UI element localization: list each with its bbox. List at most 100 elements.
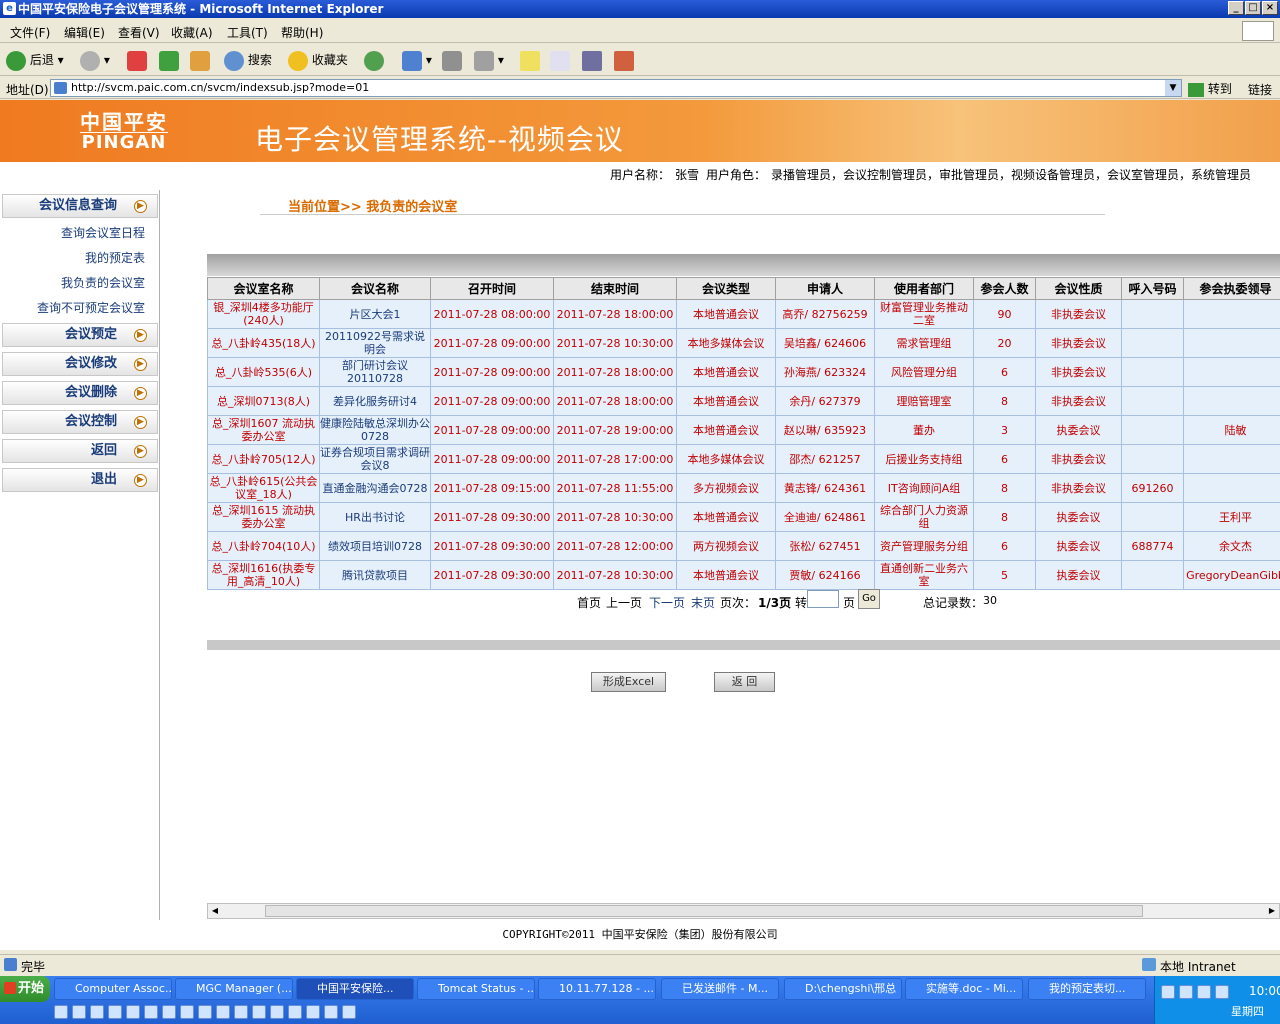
quick-launch-icon[interactable]: [162, 1004, 176, 1019]
scroll-right-icon[interactable]: ▶: [1266, 905, 1278, 917]
quick-launch-icon[interactable]: [342, 1004, 356, 1019]
table-row[interactable]: 总_深圳1615 流动执委办公室 HR出书讨论 2011-07-28 09:30:0…: [207, 502, 1280, 532]
mail-button[interactable]: ▾: [402, 48, 432, 72]
task-button[interactable]: D:\chengshi\邢总: [784, 978, 902, 1000]
sidebar-control-button[interactable]: 会议控制 ▶: [2, 410, 158, 434]
quick-launch-icon[interactable]: [144, 1004, 158, 1019]
forward-button[interactable]: ▾: [80, 48, 110, 72]
page-number-input[interactable]: [807, 590, 839, 608]
menu-tools[interactable]: 工具(T): [227, 24, 268, 41]
task-button[interactable]: MGC Manager (...: [175, 978, 293, 1000]
scroll-left-icon[interactable]: ◀: [209, 905, 221, 917]
task-button[interactable]: 实施等.doc - Mi...: [905, 978, 1023, 1000]
menu-help[interactable]: 帮助(H): [281, 24, 323, 41]
doc-button[interactable]: [550, 48, 570, 72]
table-row[interactable]: 总_八卦岭435(18人) 20110922号需求说明会 2011-07-28 09…: [207, 328, 1280, 358]
task-button-active[interactable]: 中国平安保险...: [296, 978, 414, 1000]
go-page-button[interactable]: Go: [858, 589, 880, 609]
scroll-thumb[interactable]: [265, 905, 1143, 917]
quick-launch-icon[interactable]: [270, 1004, 284, 1019]
quick-launch-icon[interactable]: [54, 1004, 68, 1019]
quick-launch-icon[interactable]: [108, 1004, 122, 1019]
quick-launch-icon[interactable]: [216, 1004, 230, 1019]
links-button[interactable]: 链接: [1248, 81, 1272, 98]
table-row[interactable]: 总_八卦岭615(公共会议室_18人) 直通金融沟通会0728 2011-07-28…: [207, 473, 1280, 503]
quick-launch-icon[interactable]: [234, 1004, 248, 1019]
table-cell: 688774: [1121, 531, 1184, 561]
edit-button[interactable]: ▾: [474, 48, 504, 72]
menu-favorites[interactable]: 收藏(A): [171, 24, 213, 41]
table-cell: 余丹/ 627379: [775, 386, 875, 416]
export-excel-button[interactable]: 形成Excel: [591, 672, 666, 692]
go-button[interactable]: 转到: [1188, 80, 1232, 97]
sidebar-link-room-schedule[interactable]: 查询会议室日程: [61, 224, 145, 241]
search-button[interactable]: 搜索: [224, 48, 272, 72]
table-row[interactable]: 总_八卦岭704(10人) 绩效项目培训0728 2011-07-28 09:30:…: [207, 531, 1280, 561]
table-cell: 全迪迪/ 624861: [775, 502, 875, 532]
minimize-button[interactable]: _: [1228, 1, 1244, 15]
quick-launch-icon[interactable]: [180, 1004, 194, 1019]
stop-button[interactable]: [127, 48, 147, 72]
sidebar-delete-button[interactable]: 会议删除 ▶: [2, 381, 158, 405]
pager-first[interactable]: 首页: [577, 594, 601, 611]
task-button[interactable]: 已发送邮件 - M...: [661, 978, 779, 1000]
menu-edit[interactable]: 编辑(E): [64, 24, 105, 41]
sidebar-book-button[interactable]: 会议预定 ▶: [2, 323, 158, 347]
table-cell: 20: [973, 328, 1036, 358]
horizontal-scrollbar[interactable]: ◀ ▶: [207, 903, 1280, 919]
quick-launch-icon[interactable]: [90, 1004, 104, 1019]
sidebar-return-button[interactable]: 返回 ▶: [2, 439, 158, 463]
print-button[interactable]: [442, 48, 462, 72]
quick-launch-icon[interactable]: [126, 1004, 140, 1019]
pager-prev[interactable]: 上一页: [606, 594, 642, 611]
back-button[interactable]: 后退 ▾: [6, 48, 64, 72]
tray-icon[interactable]: [1161, 984, 1175, 999]
quick-launch-icon[interactable]: [288, 1004, 302, 1019]
quick-launch-icon[interactable]: [72, 1004, 86, 1019]
sidebar-logout-button[interactable]: 退出 ▶: [2, 468, 158, 492]
table-row[interactable]: 总_深圳0713(8人) 差异化服务研讨4 2011-07-28 09:00:00 2…: [207, 386, 1280, 416]
task-button[interactable]: 10.11.77.128 - ...: [538, 978, 656, 1000]
sidebar-link-my-rooms[interactable]: 我负责的会议室: [61, 274, 145, 291]
favorites-button[interactable]: 收藏夹: [288, 48, 348, 72]
sidebar-query-button[interactable]: 会议信息查询 ▶: [2, 194, 158, 218]
quick-launch-icon[interactable]: [306, 1004, 320, 1019]
tray-icon[interactable]: [1179, 984, 1193, 999]
home-button[interactable]: [190, 48, 210, 72]
start-button[interactable]: 开始: [0, 976, 50, 1002]
refresh-button[interactable]: [159, 48, 179, 72]
pager-next[interactable]: 下一页: [649, 594, 685, 611]
page-icon: [54, 82, 67, 94]
quick-launch-icon[interactable]: [198, 1004, 212, 1019]
table-row[interactable]: 总_深圳1607 流动执委办公室 健康险陆敏总深圳办公0728 2011-07-28…: [207, 415, 1280, 445]
table-row[interactable]: 银_深圳4楼多功能厅(240人) 片区大会1 2011-07-28 08:00:00…: [207, 299, 1280, 329]
sidebar-link-my-bookings[interactable]: 我的预定表: [85, 249, 145, 266]
address-dropdown-icon[interactable]: ▼: [1165, 80, 1181, 96]
close-button[interactable]: ×: [1262, 1, 1278, 15]
pager: 首页 上一页 下一页 末页 页次： 1/3页 转 页 Go 总记录数： 30: [207, 586, 1280, 614]
table-row[interactable]: 总_八卦岭705(12人) 证券合规项目需求调研会议8 2011-07-28 09:…: [207, 444, 1280, 474]
menu-file[interactable]: 文件(F): [10, 24, 50, 41]
tray-icon[interactable]: [1197, 984, 1211, 999]
history-button[interactable]: [364, 48, 384, 72]
table-row[interactable]: 总_八卦岭535(6人) 部门研讨会议20110728 2011-07-28 09:…: [207, 357, 1280, 387]
address-input[interactable]: http://svcm.paic.com.cn/svcm/indexsub.js…: [50, 79, 1182, 97]
table-cell: 2011-07-28 12:00:00: [553, 531, 677, 561]
maximize-button[interactable]: □: [1245, 1, 1261, 15]
tray-icon[interactable]: [1215, 984, 1229, 999]
messenger-button[interactable]: [614, 48, 634, 72]
quick-launch-icon[interactable]: [324, 1004, 338, 1019]
note-button[interactable]: [520, 48, 540, 72]
task-button[interactable]: Computer Assoc...: [54, 978, 172, 1000]
pager-last[interactable]: 末页: [691, 594, 715, 611]
menu-view[interactable]: 查看(V): [118, 24, 160, 41]
task-button[interactable]: Tomcat Status - ...: [417, 978, 535, 1000]
task-button[interactable]: 我的预定表切...: [1028, 978, 1146, 1000]
back-button-main[interactable]: 返 回: [714, 672, 775, 692]
table-cell: 非执委会议: [1035, 357, 1122, 387]
research-button[interactable]: [582, 48, 602, 72]
table-cell: 董办: [874, 415, 974, 445]
sidebar-modify-button[interactable]: 会议修改 ▶: [2, 352, 158, 376]
sidebar-link-unbookable[interactable]: 查询不可预定会议室: [37, 299, 145, 316]
quick-launch-icon[interactable]: [252, 1004, 266, 1019]
